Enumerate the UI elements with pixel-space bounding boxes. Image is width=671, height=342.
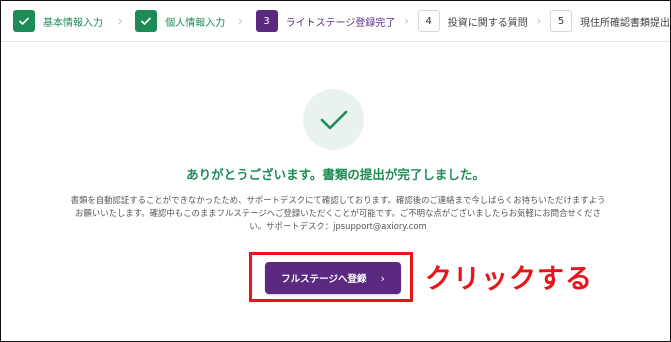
step-basic-info: 基本情報入力 <box>13 1 103 41</box>
chevron-right-icon: › <box>536 14 542 28</box>
step-5-label: 現住所確認書類提出 <box>580 17 670 29</box>
step-3-label: ライトステージ登録完了 <box>285 17 396 29</box>
chevron-right-icon: › <box>238 14 243 28</box>
step-4-number: 4 <box>417 10 440 32</box>
chevron-right-icon: › <box>117 14 123 28</box>
completion-title: ありがとうございます。書類の提出が完了しました。 <box>186 167 485 182</box>
step-5-number: 5 <box>550 10 572 32</box>
step-address-documents: 5 現住所確認書類提出 <box>550 1 670 41</box>
step-personal-info: 個人情報入力 <box>135 1 225 41</box>
chevron-right-icon: › <box>404 14 409 28</box>
step-2-check-icon <box>135 10 158 32</box>
page-frame: 基本情報入力 › 個人情報入力 › 3 ライトステージ登録完了 › 4 投資に関… <box>0 0 671 342</box>
success-check-icon <box>303 89 364 150</box>
step-4-label: 投資に関する質問 <box>447 17 528 29</box>
step-1-label: 基本情報入力 <box>43 17 103 29</box>
description-line-1: 書類を自動認証することができなかったため、サポートデスクにて確認しております。確… <box>70 195 606 205</box>
completion-description: 書類を自動認証することができなかったため、サポートデスクにて確認しております。確… <box>53 194 623 233</box>
progress-stepper: 基本情報入力 › 個人情報入力 › 3 ライトステージ登録完了 › 4 投資に関… <box>1 1 670 42</box>
step-1-check-icon <box>13 10 35 32</box>
description-line-2: お願いいたします。確認中もこのままフルステージへご登録いただくことが可能です。ご… <box>75 208 601 218</box>
step-2-label: 個人情報入力 <box>165 17 226 29</box>
annotation-highlight-box <box>249 252 413 302</box>
step-investment-questions: 4 投資に関する質問 <box>417 1 528 41</box>
annotation-click-text: クリックする <box>425 264 593 295</box>
description-line-3: い。サポートデスク：jpsupport@axiory.com <box>249 221 427 231</box>
step-light-stage-complete: 3 ライトステージ登録完了 <box>255 1 396 41</box>
step-3-number: 3 <box>255 10 278 32</box>
